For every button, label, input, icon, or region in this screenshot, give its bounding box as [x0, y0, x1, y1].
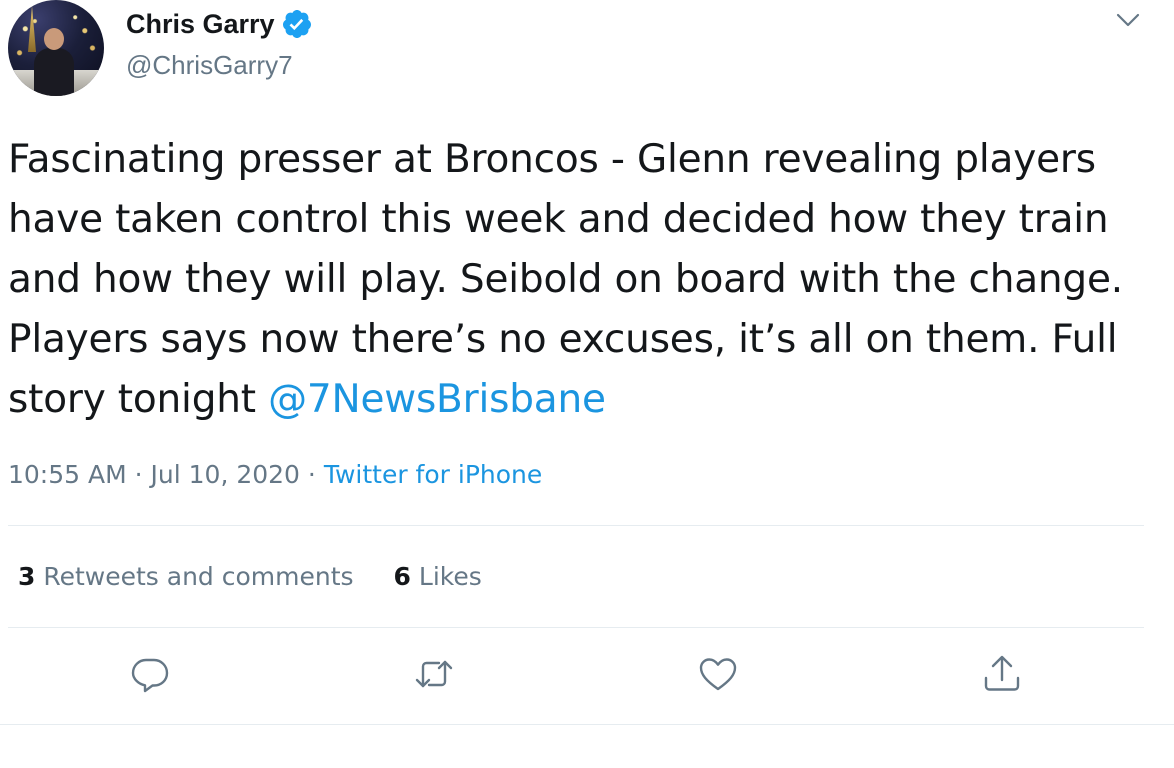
tweet-card: Chris Garry @ChrisGarry7 Fascinating pre…	[0, 0, 1174, 768]
meta-separator: ·	[299, 460, 324, 489]
author-name[interactable]: Chris Garry	[126, 9, 275, 40]
author-handle[interactable]: @ChrisGarry7	[126, 50, 293, 81]
share-button[interactable]	[980, 652, 1024, 696]
avatar-person-body	[34, 48, 74, 96]
tweet-actions	[0, 652, 1174, 702]
likes-count: 6	[393, 562, 411, 591]
retweet-icon	[415, 660, 453, 688]
divider	[8, 525, 1144, 526]
retweets-count: 3	[18, 562, 36, 591]
tweet-text: Fascinating presser at Broncos - Glenn r…	[8, 130, 1158, 430]
divider	[0, 724, 1174, 725]
retweets-label: Retweets and comments	[35, 562, 354, 591]
tweet-date[interactable]: Jul 10, 2020	[151, 460, 300, 489]
likes-label: Likes	[410, 562, 482, 591]
meta-separator: ·	[126, 460, 151, 489]
heart-icon	[699, 658, 737, 691]
verified-badge-icon	[282, 10, 311, 38]
avatar-person-head	[44, 28, 64, 50]
reply-button[interactable]	[128, 652, 172, 696]
chevron-down-icon[interactable]	[1114, 6, 1142, 34]
retweets-stat[interactable]: 3 Retweets and comments	[18, 562, 354, 591]
tweet-time[interactable]: 10:55 AM	[8, 460, 127, 489]
tweet-stats: 3 Retweets and comments 6 Likes	[18, 562, 522, 591]
mention-link[interactable]: @7NewsBrisbane	[268, 377, 606, 422]
tweet-source-link[interactable]: Twitter for iPhone	[324, 460, 542, 489]
retweet-button[interactable]	[412, 652, 456, 696]
comment-icon	[131, 658, 169, 693]
tweet-metadata: 10:55 AM · Jul 10, 2020 · Twitter for iP…	[8, 460, 542, 489]
like-button[interactable]	[696, 652, 740, 696]
divider	[8, 627, 1144, 628]
avatar[interactable]	[8, 0, 104, 96]
share-icon	[984, 655, 1020, 691]
likes-stat[interactable]: 6 Likes	[394, 562, 482, 591]
author-name-row[interactable]: Chris Garry	[126, 8, 313, 40]
